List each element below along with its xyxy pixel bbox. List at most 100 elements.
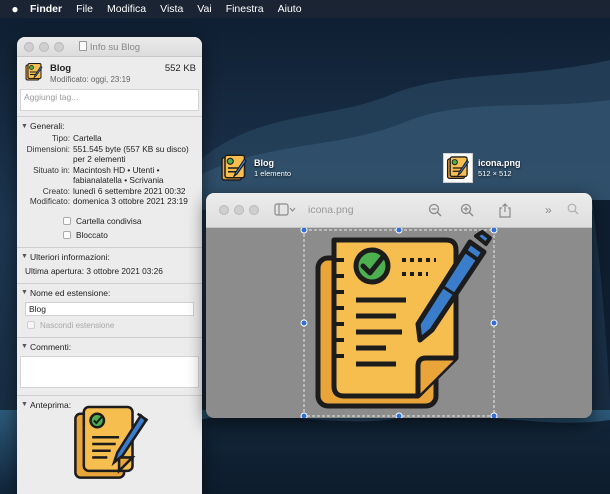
window-title-text: Info su Blog	[89, 42, 141, 53]
tags-input[interactable]: Aggiungi tag...	[20, 89, 199, 111]
kv-row: Tipo: Cartella	[17, 133, 202, 144]
hide-extension-checkbox[interactable]: Nascondi estensione	[27, 321, 202, 330]
desktop-icon-label: Blog 1 elemento	[254, 158, 291, 178]
selection-handle[interactable]	[490, 319, 498, 327]
image-thumbnail	[443, 153, 473, 183]
name-ext-header[interactable]: ▼ Nome ed estensione:	[17, 288, 202, 298]
menu-vista[interactable]: Vista	[160, 3, 183, 15]
zoom-button[interactable]	[249, 205, 259, 215]
kv-value: fabianalatella • Scrivania	[73, 175, 164, 185]
file-size: 552 KB	[164, 63, 196, 74]
kv-value: Cartella	[73, 133, 102, 143]
kv-row: Modificato: domenica 3 ottobre 2021 23:19	[17, 196, 202, 207]
general-rows: Tipo: Cartella Dimensioni: 551.545 byte (5…	[17, 133, 202, 207]
folder-custom-icon	[25, 63, 43, 81]
share-icon[interactable]	[499, 203, 511, 221]
kv-key: Creato:	[42, 185, 70, 196]
kv-row: fabianalatella • Scrivania	[17, 175, 202, 186]
comments-textarea[interactable]	[20, 355, 199, 388]
name-ext-section: ▼ Nome ed estensione: Blog Nascondi esten…	[17, 282, 202, 337]
menu-finestra[interactable]: Finestra	[226, 3, 264, 15]
more-info-header-label: Ulteriori informazioni:	[30, 251, 110, 262]
minimize-button[interactable]	[234, 205, 244, 215]
menu-file[interactable]: File	[76, 3, 93, 15]
kv-key: Tipo:	[51, 133, 70, 143]
sidebar-icon[interactable]	[274, 203, 296, 220]
selection-handle[interactable]	[490, 228, 498, 234]
desktop-file-icona[interactable]: icona.png 512 × 512	[443, 153, 521, 183]
window-controls	[219, 205, 259, 215]
apple-menu-icon[interactable]: ●	[0, 2, 30, 16]
comments-header-label: Commenti:	[30, 341, 72, 352]
file-name: Blog	[50, 63, 72, 74]
window-title: Info su Blog	[17, 41, 202, 53]
name-input[interactable]: Blog	[25, 301, 194, 316]
menu-vai[interactable]: Vai	[197, 3, 211, 15]
icon-name: icona.png	[478, 158, 521, 168]
menu-aiuto[interactable]: Aiuto	[278, 3, 302, 15]
selection-handle[interactable]	[300, 319, 308, 327]
more-info-section: ▼ Ulteriori informazioni: Ultima apertura…	[17, 246, 202, 283]
checkbox-box[interactable]	[63, 230, 71, 239]
chevron-down-icon: ▼	[21, 289, 28, 296]
info-header: Blog 552 KB Modificato: oggi, 23:19	[17, 57, 202, 87]
info-window: Info su Blog Blog 552 KB Modificato: ogg…	[17, 37, 202, 494]
kv-value: per 2 elementi	[73, 154, 126, 164]
shared-folder-checkbox[interactable]: Cartella condivisa	[63, 216, 202, 226]
kv-key: Modificato:	[29, 196, 70, 206]
png-file-icon	[446, 156, 469, 180]
kv-value: Macintosh HD • Utenti •	[73, 164, 160, 175]
comments-section: ▼ Commenti:	[17, 336, 202, 395]
selection-handle[interactable]	[395, 412, 403, 418]
kv-row: per 2 elementi	[17, 154, 202, 165]
menu-modifica[interactable]: Modifica	[107, 3, 146, 15]
modified-date: Modificato: oggi, 23:19	[50, 75, 131, 84]
checkbox-label: Cartella condivisa	[76, 215, 142, 226]
desktop-icon-label: icona.png 512 × 512	[478, 158, 521, 178]
checkbox-box[interactable]	[63, 216, 71, 225]
last-opened: Ultima apertura: 3 ottobre 2021 03:26	[25, 265, 163, 276]
kv-key	[17, 175, 73, 186]
general-header[interactable]: ▼ Generali:	[17, 121, 202, 131]
chevron-down-icon: ▼	[21, 122, 28, 130]
menu-finder[interactable]: Finder	[30, 3, 62, 15]
kv-key: Dimensioni:	[26, 143, 70, 154]
kv-value: 551.545 byte (557 KB su disco)	[73, 143, 189, 154]
zoom-in-icon[interactable]	[460, 203, 474, 220]
kv-key: Situato in:	[33, 164, 70, 175]
chevron-down-icon: ▼	[21, 343, 28, 350]
preview-header-label: Anteprima:	[30, 399, 72, 410]
kv-row: Dimensioni: 551.545 byte (557 KB su disco…	[17, 144, 202, 155]
desktop-folder-blog[interactable]: Blog 1 elemento	[219, 153, 291, 183]
selection-handle[interactable]	[490, 412, 498, 418]
close-button[interactable]	[219, 205, 229, 215]
selection-handle[interactable]	[300, 412, 308, 418]
document-icon	[78, 41, 87, 51]
preview-toolbar[interactable]: icona.png »	[206, 193, 592, 228]
locked-checkbox[interactable]: Bloccato	[63, 230, 202, 240]
preview-filename: icona.png	[308, 204, 354, 216]
icon-subtitle: 1 elemento	[254, 169, 292, 178]
chevron-down-icon: ▼	[21, 253, 28, 260]
more-info-header[interactable]: ▼ Ulteriori informazioni:	[17, 252, 202, 262]
checkbox-label: Bloccato	[76, 229, 108, 240]
kv-value: lunedì 6 settembre 2021 00:32	[73, 185, 186, 196]
info-titlebar[interactable]: Info su Blog	[17, 37, 202, 57]
kv-value: domenica 3 ottobre 2021 23:19	[73, 196, 188, 206]
general-section: ▼ Generali: Tipo: Cartella Dimensioni: 551.…	[17, 116, 202, 247]
document-pen-artwork	[315, 230, 492, 409]
zoom-out-icon[interactable]	[428, 203, 442, 220]
more-icon[interactable]: »	[545, 203, 552, 217]
selection-handle[interactable]	[300, 228, 308, 234]
search-icon[interactable]	[567, 203, 579, 218]
selection-handle[interactable]	[395, 228, 403, 234]
kv-row: Creato: lunedì 6 settembre 2021 00:32	[17, 186, 202, 197]
general-header-label: Generali:	[30, 121, 65, 131]
preview-window: icona.png »	[206, 193, 592, 418]
kv-key	[17, 154, 73, 165]
comments-header[interactable]: ▼ Commenti:	[17, 342, 202, 352]
chevron-down-icon: ▼	[21, 401, 28, 408]
preview-canvas[interactable]	[206, 228, 592, 418]
checkbox-box[interactable]	[27, 321, 35, 329]
menu-bar: ● Finder File Modifica Vista Vai Finestr…	[0, 0, 610, 18]
